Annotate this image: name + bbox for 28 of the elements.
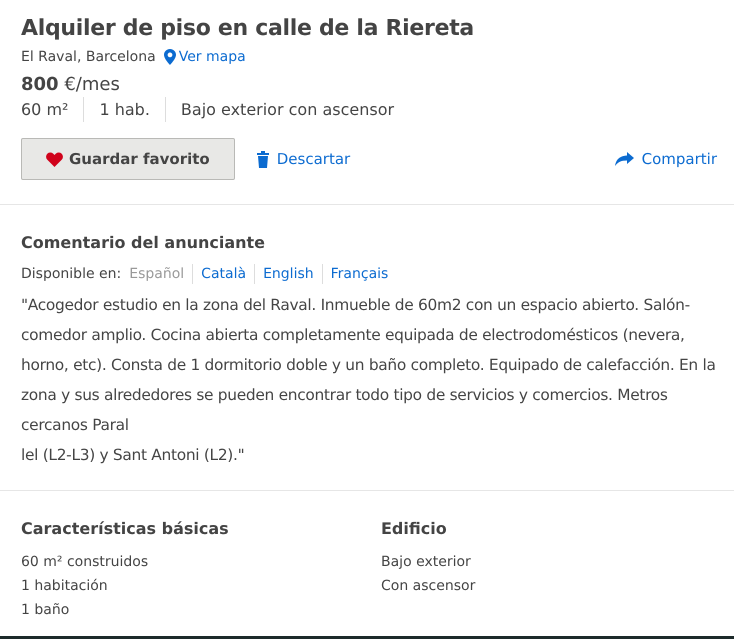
language-link[interactable]: Français [322,264,396,284]
description-text: lel (L2-L3) y Sant Antoni (L2)." [21,445,246,466]
language-link[interactable]: Español [129,264,192,284]
languages-label: Disponible en: [21,266,122,282]
section-heading: Características básicas [21,519,230,538]
detail-item: 60 m² construidos [21,553,150,572]
section-heading: Comentario del anunciante [21,233,266,252]
trash-icon [256,150,269,168]
detail-item: 1 habitación [21,577,109,596]
favorite-button[interactable]: Guardar favorito [21,138,235,180]
share-link[interactable]: Compartir [614,150,717,168]
price: 800 €/mes [21,74,121,95]
language-link[interactable]: Català [192,264,254,284]
language-link[interactable]: English [254,264,322,284]
discard-link[interactable]: Descartar [256,150,350,168]
map-pin-icon [164,49,176,65]
heart-icon [46,152,63,166]
feature-text: 1 hab. [83,97,165,122]
detail-item: Con ascensor [381,577,476,596]
map-link[interactable]: Ver mapa [164,49,246,65]
listing-title: Alquiler de piso en calle de la Riereta [21,16,475,41]
detail-item: Bajo exterior [381,553,472,572]
feature-text: 60 m² [21,99,70,121]
detail-item: 1 baño [21,601,70,620]
location-text: El Raval, Barcelona [21,49,156,65]
share-icon [614,152,634,166]
section-heading: Edificio [381,519,448,538]
feature-text: Bajo exterior con ascensor [164,97,410,122]
